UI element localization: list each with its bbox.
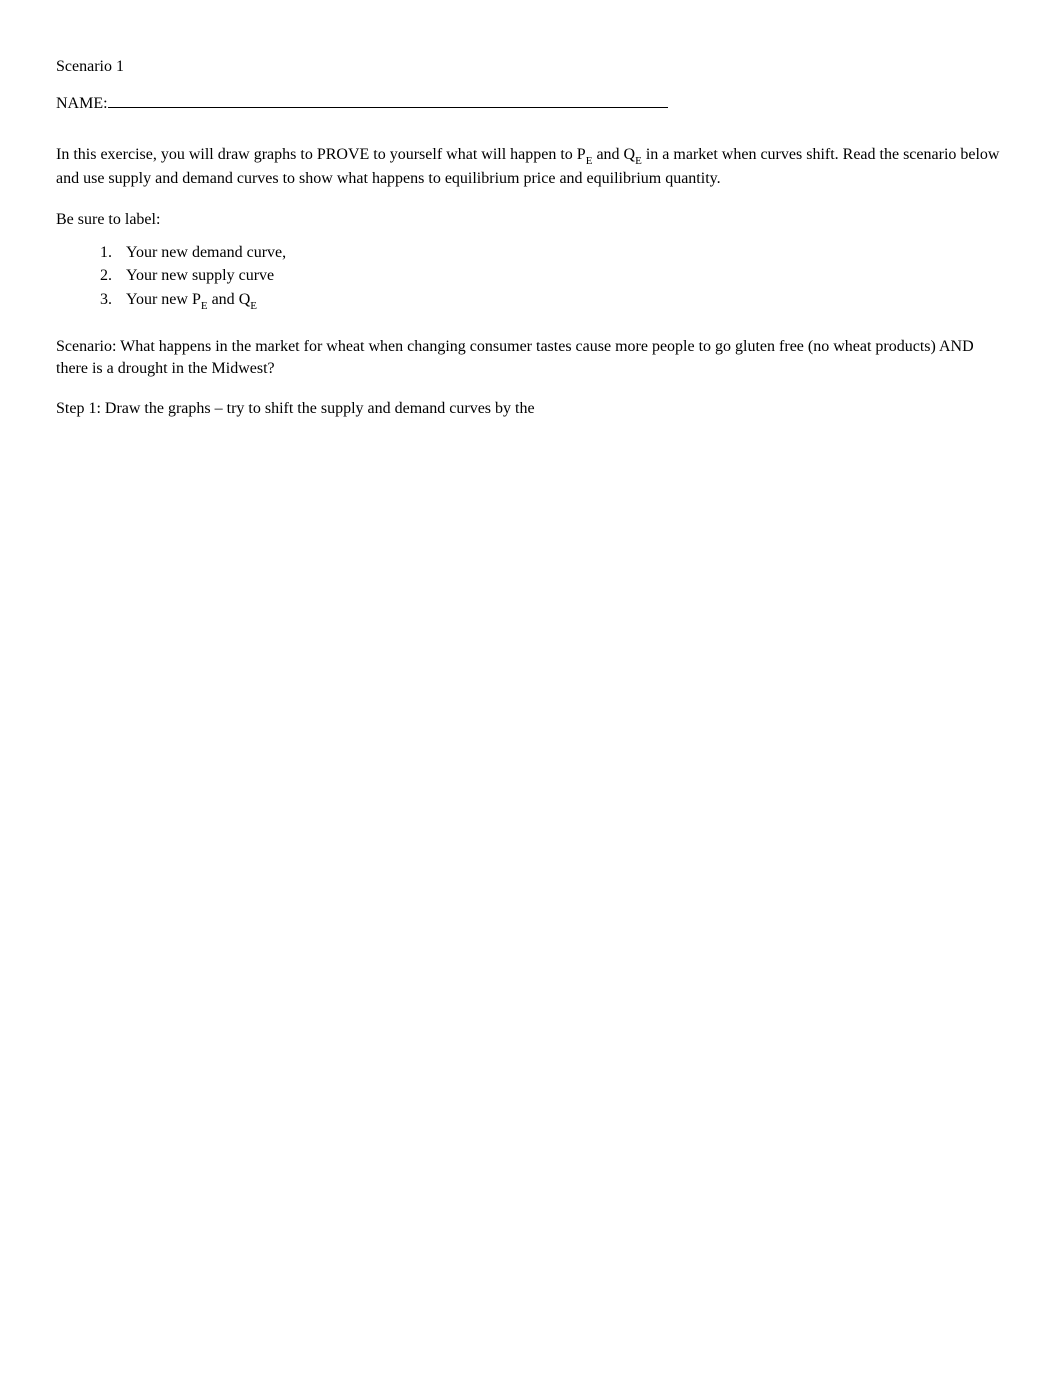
item3-e2: E [250,300,257,312]
p-axis-label: P [56,509,65,531]
step1-prefix: Step 1: Draw the graphs – try to shift t… [56,400,539,417]
supply-label: S [556,489,565,511]
item3-qe: Q [239,291,251,308]
scenario-paragraph: Scenario: What happens in the market for… [56,336,1006,381]
qe-answer-line[interactable] [210,983,290,999]
scenario-title: Scenario 1 [56,56,1006,78]
item3-prefix: Your new [126,291,192,308]
intro-paragraph: In this exercise, you will draw graphs t… [56,144,1006,191]
qe-suffix: ? [195,986,206,1003]
conclusion-title: CONCLUSION: [56,899,1006,937]
pe-prefix: What happened to P [56,948,185,965]
label-list: Your new demand curve, Your new supply c… [116,241,1006,314]
pe-sub: E [185,957,192,969]
item3-pe: P [192,291,201,308]
step1-hidden-suffix: SAME amount [539,400,635,417]
item3-e1: E [201,300,208,312]
qe-sub: E [188,995,195,1007]
pe-suffix: ? [192,948,203,965]
label-item-1: Your new demand curve, [116,241,1006,264]
pe-answer-line[interactable] [207,945,287,961]
name-label: NAME: [56,93,108,115]
item3-mid: and [208,291,239,308]
conclusion-block: CONCLUSION: What happened to PE? What ha… [56,899,1006,1014]
supply-demand-graph: P S D Q [56,489,596,879]
label-item-2: Your new supply curve [116,264,1006,287]
pe-question: What happened to PE? [56,938,1006,976]
qe-prefix: What happened to Q [56,986,188,1003]
name-row: NAME: [56,92,1006,115]
step-2-hidden: Step 2: Write your conclusion about what… [56,437,956,459]
qe-question: What happened to QE? [56,976,1006,1014]
step-1: Step 1: Draw the graphs – try to shift t… [56,398,1006,420]
demand-label: D [576,817,588,839]
graph-svg [56,489,596,879]
q-axis-label: Q [576,857,588,879]
subscript-e: E [586,155,593,167]
subscript-e: E [635,155,642,167]
label-item-3: Your new PE and QE [116,288,1006,314]
be-sure-to-label: Be sure to label: [56,209,1006,231]
intro-text: In this exercise, you will draw graphs t… [56,146,999,188]
name-input-line[interactable] [108,92,668,108]
